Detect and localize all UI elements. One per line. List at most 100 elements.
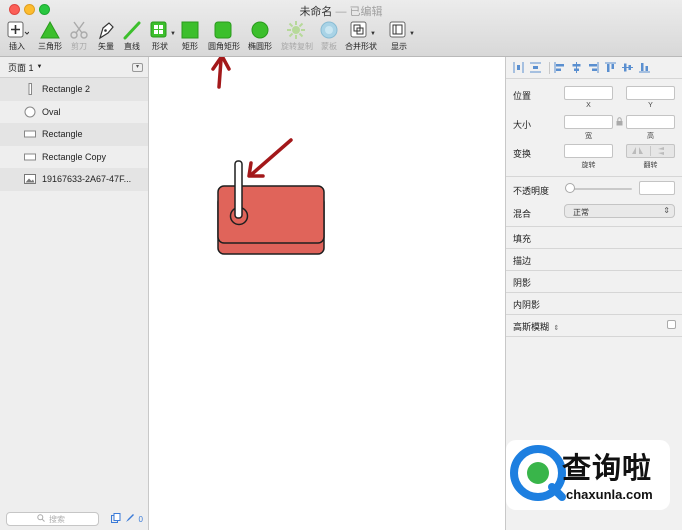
width-field[interactable]: [564, 115, 613, 129]
align-left-icon[interactable]: [554, 62, 565, 73]
opacity-slider-track[interactable]: [568, 188, 632, 190]
blend-mode-select[interactable]: 正常 ⇕: [564, 204, 675, 218]
mask-icon: [317, 20, 341, 40]
rectangle-2-shape[interactable]: [234, 160, 243, 219]
y-position-field[interactable]: [626, 86, 675, 100]
height-field[interactable]: [626, 115, 675, 129]
pen-icon: [94, 20, 118, 40]
toolbar: 未命名 — 已编辑 插入 三角形 剪刀 矢量 直线 ▼ 形状 矩形 圆角矩形 椭…: [0, 0, 682, 57]
oval-layer-icon: [24, 106, 36, 118]
layer-row[interactable]: Rectangle: [0, 123, 148, 146]
rounded-rectangle-tool-button[interactable]: 圆角矩形: [208, 20, 240, 52]
blend-label: 混合: [513, 209, 532, 219]
layer-row[interactable]: 19167633-2A67-47F...: [0, 168, 148, 191]
shadow-section[interactable]: 阴影: [506, 271, 682, 293]
layers-sidebar: 页面 1 ▼ ▾ Rectangle 2 Oval Rectangle Rect…: [0, 57, 149, 530]
sketch-window: 未命名 — 已编辑 插入 三角形 剪刀 矢量 直线 ▼ 形状 矩形 圆角矩形 椭…: [0, 0, 682, 530]
fill-section[interactable]: 填充: [506, 227, 682, 249]
layer-search-input[interactable]: 搜索: [6, 512, 99, 526]
blend-value: 正常: [573, 208, 589, 217]
layer-name: Rectangle: [42, 129, 83, 140]
combine-shapes-label: 合并形状: [345, 42, 377, 51]
window-title: 未命名 — 已编辑: [0, 3, 682, 19]
transform-label: 变换: [513, 149, 532, 159]
rounded-rectangle-label: 圆角矩形: [208, 42, 240, 51]
annotation-arrow-diagonal: [247, 138, 293, 178]
align-center-icon[interactable]: [571, 62, 582, 73]
chevron-updown-icon: ⇕: [553, 325, 560, 332]
align-bottom-icon[interactable]: [639, 62, 650, 73]
shapes-icon: ▼: [148, 20, 176, 40]
oval-label: 椭圆形: [248, 42, 272, 51]
border-section[interactable]: 描边: [506, 249, 682, 271]
drawn-shape-group[interactable]: [217, 160, 325, 255]
opacity-field[interactable]: [639, 181, 675, 195]
x-caption: X: [586, 102, 591, 109]
line-tool-button[interactable]: 直线: [117, 20, 147, 52]
scissors-icon: [67, 20, 91, 40]
view-button[interactable]: ▼ 显示: [384, 20, 415, 52]
rectangle-label: 矩形: [182, 42, 198, 51]
size-label: 大小: [513, 120, 532, 130]
plus-square-icon: [5, 20, 30, 40]
border-label: 描边: [513, 256, 532, 266]
shapes-tool-button[interactable]: ▼ 形状: [145, 20, 176, 52]
layer-row[interactable]: Oval: [0, 101, 148, 124]
oval-tool-button[interactable]: 椭圆形: [245, 20, 275, 52]
rectangle-layer-icon: [24, 152, 36, 162]
align-middle-icon[interactable]: [622, 62, 633, 73]
distribute-vertical-icon[interactable]: [530, 62, 541, 73]
insert-label: 插入: [9, 42, 25, 51]
search-icon: [37, 514, 45, 524]
lock-icon[interactable]: [616, 117, 623, 128]
align-right-icon[interactable]: [588, 62, 599, 73]
rectangle-tool-button[interactable]: 矩形: [175, 20, 205, 52]
opacity-slider-knob[interactable]: [565, 183, 575, 193]
inspector-divider: [506, 176, 682, 177]
page-selector[interactable]: 页面 1 ▼ ▾: [0, 57, 148, 78]
rotate-copy-button[interactable]: 旋转复制: [281, 20, 313, 52]
inner-shadow-section[interactable]: 内阴影: [506, 293, 682, 315]
page-label: 页面 1: [8, 62, 34, 73]
gaussian-blur-section[interactable]: 高斯模糊 ⇕: [506, 315, 682, 337]
collapse-pages-button[interactable]: ▾: [132, 62, 143, 72]
distribute-horizontal-icon[interactable]: [513, 62, 524, 73]
triangle-tool-button[interactable]: 三角形: [35, 20, 65, 52]
fill-label: 填充: [513, 234, 532, 244]
align-top-icon[interactable]: [605, 62, 616, 73]
brand-url: chaxunla.com: [566, 487, 653, 502]
document-status: — 已编辑: [335, 6, 383, 18]
footer-tools: 0: [110, 513, 143, 525]
insert-button[interactable]: 插入: [2, 20, 32, 52]
mask-label: 蒙板: [321, 42, 337, 51]
chevron-down-icon: ▼: [409, 31, 415, 37]
y-caption: Y: [648, 102, 653, 109]
view-label: 显示: [391, 42, 407, 51]
search-placeholder: 搜索: [49, 514, 65, 524]
layer-row[interactable]: Rectangle 2: [0, 78, 148, 101]
layer-name: 19167633-2A67-47F...: [42, 174, 132, 185]
layer-row[interactable]: Rectangle Copy: [0, 146, 148, 169]
edit-brush-icon[interactable]: [125, 513, 135, 525]
combine-shapes-button[interactable]: ▼ 合并形状: [345, 20, 377, 52]
mask-button[interactable]: 蒙板: [314, 20, 344, 52]
height-caption: 高: [647, 133, 654, 140]
watermark: 查询啦 chaxunla.com: [506, 440, 670, 510]
flip-buttons[interactable]: [626, 144, 675, 158]
oval-icon: [248, 20, 272, 40]
triangle-label: 三角形: [38, 42, 62, 51]
scissors-label: 剪刀: [71, 42, 87, 51]
thin-rectangle-icon: [24, 83, 36, 96]
gaussian-blur-label: 高斯模糊: [513, 322, 550, 332]
rotation-field[interactable]: [564, 144, 613, 158]
toolbar-divider: [549, 61, 550, 74]
annotation-arrow-up: [211, 57, 231, 89]
layer-name: Rectangle 2: [42, 84, 91, 95]
copy-icon[interactable]: [110, 513, 121, 525]
flip-caption: 翻转: [643, 162, 658, 169]
scissors-tool-button[interactable]: 剪刀: [64, 20, 94, 52]
blur-checkbox[interactable]: [667, 320, 676, 329]
design-canvas[interactable]: [150, 57, 505, 530]
x-position-field[interactable]: [564, 86, 613, 100]
shapes-label: 形状: [152, 42, 168, 51]
